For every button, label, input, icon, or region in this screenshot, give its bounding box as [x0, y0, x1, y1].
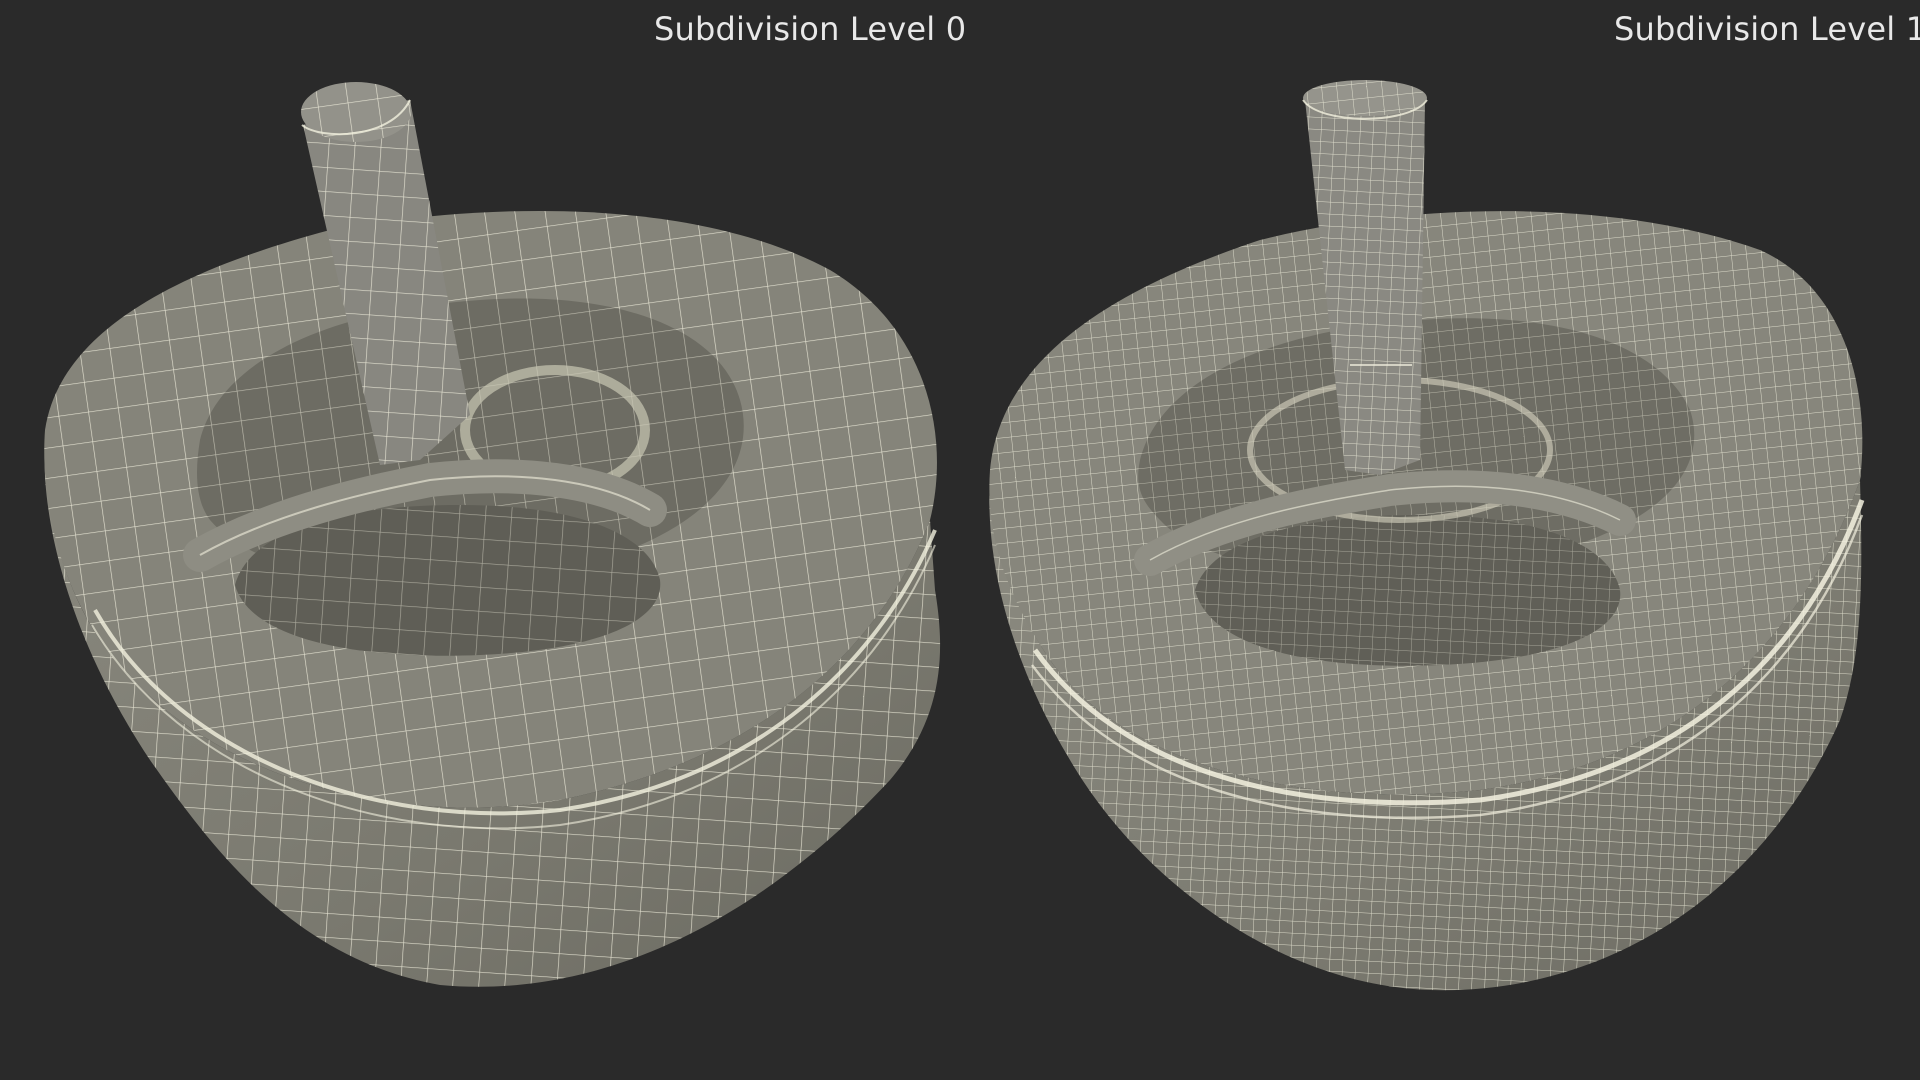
- ashtray-model-level-1: [989, 80, 1865, 991]
- render-viewport: Subdivision Level 0 Subdivision Level 1: [0, 0, 1920, 1080]
